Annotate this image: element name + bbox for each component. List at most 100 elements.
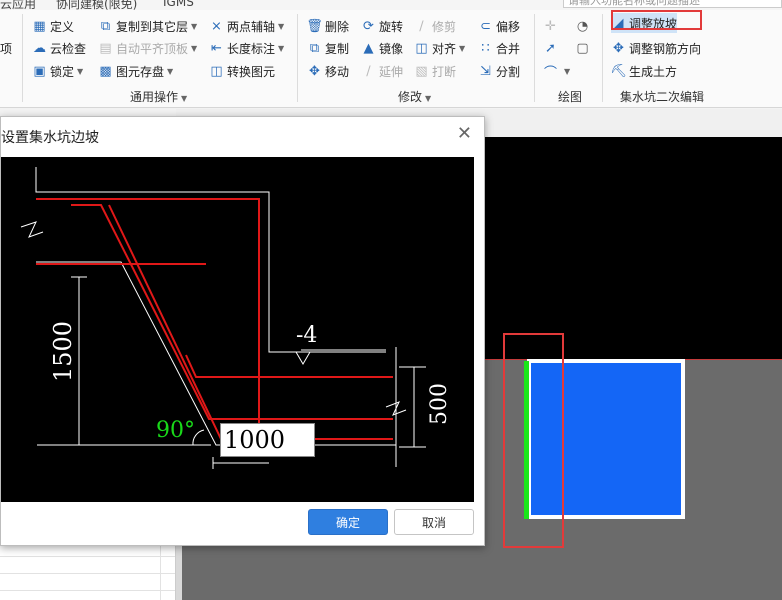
trash-icon: 🗑	[306, 18, 323, 34]
cloud-check-button[interactable]: ☁ 云检查	[32, 38, 86, 58]
slope-width-input[interactable]: 1000	[220, 423, 315, 457]
offset-icon: ⊂	[480, 18, 491, 34]
property-row[interactable]	[0, 557, 175, 574]
convert-element-button[interactable]: ◫ 转换图元	[209, 61, 275, 81]
menu-item-igms[interactable]: IGMS	[163, 0, 194, 9]
ribbon-separator	[297, 14, 298, 102]
split-button[interactable]: ⇲ 分割	[478, 61, 520, 81]
trim-button[interactable]: ∕ 修剪	[414, 16, 456, 36]
ribbon-separator	[22, 14, 23, 102]
trim-icon: ∕	[419, 18, 424, 34]
chevron-down-icon: ▼	[181, 94, 188, 103]
group-label-modify[interactable]: 修改 ▼	[398, 88, 431, 105]
grid-icon: ▦	[33, 18, 46, 34]
arc-icon: ⌒	[543, 65, 557, 81]
element-save-button[interactable]: ▩ 图元存盘 ▼	[98, 61, 173, 81]
align-button[interactable]: ◫ 对齐 ▼	[414, 38, 465, 58]
extend-button[interactable]: ∕ 延伸	[361, 61, 403, 81]
circle-icon: ◔	[576, 18, 589, 34]
dialog-title: 设置集水坑边坡	[1, 130, 99, 146]
define-button[interactable]: ▦ 定义	[32, 16, 74, 36]
merge-button[interactable]: ∷ 合并	[478, 38, 520, 58]
delete-button[interactable]: 🗑 删除	[306, 16, 349, 36]
point-draw-button[interactable]: ✛	[543, 16, 561, 36]
search-input[interactable]: 请输入功能名称或问题描述	[563, 0, 782, 8]
direction-icon: ✥	[613, 40, 624, 56]
wall-outline	[35, 167, 386, 353]
length-dimension-button[interactable]: ⇤ 长度标注 ▼	[209, 38, 284, 58]
axis-icon: ⨯	[211, 18, 222, 34]
menu-item-cloud[interactable]: 云应用	[0, 0, 36, 10]
adjust-rebar-direction-button[interactable]: ✥ 调整钢筋方向	[611, 38, 701, 58]
elevation-label: -4	[296, 323, 317, 348]
rotate-button[interactable]: ⟳ 旋转	[361, 16, 403, 36]
rotate-icon: ⟳	[363, 18, 374, 34]
chevron-down-icon: ▼	[564, 66, 571, 76]
copy-to-layer-button[interactable]: ⧉ 复制到其它层 ▼	[98, 16, 197, 36]
ribbon-separator	[602, 14, 603, 102]
chevron-down-icon: ▼	[278, 21, 285, 31]
slope-dialog: 设置集水坑边坡 ✕ 1500 500 90° -4 1000 确定 取消	[0, 116, 485, 546]
arc-draw-button[interactable]: ⌒ ▼	[543, 61, 570, 81]
rectangle-icon: ▢	[576, 40, 589, 56]
cancel-button[interactable]: 取消	[394, 509, 474, 535]
highlight-box	[611, 10, 702, 30]
line-icon: ➚	[545, 40, 556, 56]
move-icon: ✥	[309, 63, 320, 79]
break-symbol	[20, 221, 44, 238]
chevron-down-icon: ▼	[77, 66, 84, 76]
chevron-down-icon: ▼	[425, 94, 432, 103]
chevron-down-icon: ▼	[191, 43, 198, 53]
ribbon-separator	[534, 14, 535, 102]
close-icon[interactable]: ✕	[457, 125, 472, 143]
copy-layer-icon: ⧉	[100, 18, 111, 34]
extend-icon: ∕	[366, 63, 371, 79]
auto-align-top-button[interactable]: ▤ 自动平齐顶板 ▼	[98, 38, 197, 58]
slope-outline	[36, 261, 396, 446]
convert-icon: ◫	[210, 63, 223, 79]
chevron-down-icon: ▼	[459, 43, 466, 53]
menu-item-collab[interactable]: 协同建模(限免)	[56, 0, 137, 10]
property-column-divider	[160, 540, 161, 600]
menu-bar: 云应用 协同建模(限免) IGMS 请输入功能名称或问题描述	[0, 0, 782, 10]
lock-icon: ▣	[33, 63, 46, 79]
property-row[interactable]	[0, 574, 175, 591]
cloud-icon: ☁	[33, 40, 46, 56]
offset-button[interactable]: ⊂ 偏移	[478, 16, 520, 36]
ribbon-cut-item[interactable]: 项	[0, 38, 12, 58]
disk-icon: ▩	[99, 63, 112, 79]
split-icon: ⇲	[480, 63, 491, 79]
group-label-pit-edit: 集水坑二次编辑	[620, 90, 705, 104]
two-point-axis-button[interactable]: ⨯ 两点辅轴 ▼	[209, 16, 284, 36]
merge-icon: ∷	[481, 40, 490, 56]
move-button[interactable]: ✥ 移动	[307, 61, 349, 81]
copy-icon: ⧉	[309, 40, 320, 56]
shovel-icon: ⛏	[610, 63, 627, 79]
crosshair-icon: ✛	[545, 18, 556, 34]
confirm-button[interactable]: 确定	[308, 509, 388, 535]
align-icon: ◫	[415, 40, 428, 56]
rebar-slope-top	[71, 204, 393, 420]
break-icon: ▧	[415, 63, 428, 79]
chevron-down-icon: ▼	[278, 43, 285, 53]
circle-draw-button[interactable]: ◔	[575, 16, 593, 36]
highlight-box	[503, 333, 564, 548]
rebar-bottom	[185, 354, 393, 378]
lock-button[interactable]: ▣ 锁定 ▼	[32, 61, 83, 81]
mirror-button[interactable]: ▲ 镜像	[361, 38, 404, 58]
elevation-marker	[295, 351, 311, 365]
copy-button[interactable]: ⧉ 复制	[307, 38, 349, 58]
dimension-icon: ⇤	[211, 40, 222, 56]
chevron-down-icon: ▼	[191, 21, 198, 31]
align-top-icon: ▤	[99, 40, 112, 56]
mirror-icon: ▲	[363, 40, 374, 56]
group-label-draw: 绘图	[558, 90, 583, 104]
generate-earthwork-button[interactable]: ⛏ 生成土方	[610, 61, 677, 81]
break-button[interactable]: ▧ 打断	[414, 61, 456, 81]
rect-draw-button[interactable]: ▢	[575, 38, 593, 58]
angle-label: 90°	[156, 418, 195, 443]
line-draw-button[interactable]: ➚	[543, 38, 561, 58]
height-dimension-label: 1500	[49, 321, 77, 382]
property-pane	[0, 540, 176, 600]
group-label-general[interactable]: 通用操作 ▼	[130, 88, 187, 105]
